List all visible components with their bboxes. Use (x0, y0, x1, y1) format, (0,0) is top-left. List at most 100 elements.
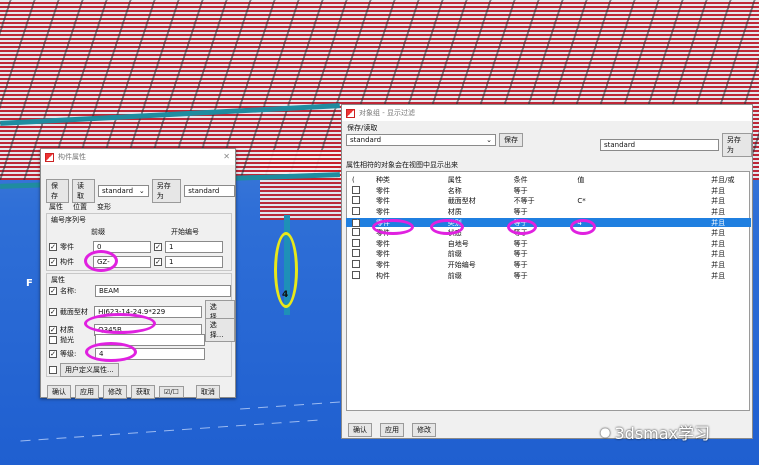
row-logic[interactable]: 并且 (711, 239, 751, 249)
filter-row[interactable]: 零件 开始编号 等于 并且 (346, 259, 751, 270)
row-kind[interactable]: 零件 (376, 239, 448, 249)
display-filter-dialog: 对象组 - 显示过滤 保存/读取 standard ⌄ 保存 standard 另… (341, 104, 753, 439)
assembly-start-checkbox[interactable]: ✓ (154, 258, 162, 266)
read-button[interactable]: 读取 (72, 179, 95, 203)
row-checkbox[interactable] (352, 259, 360, 268)
row-checkbox[interactable] (352, 196, 360, 205)
row-kind[interactable]: 零件 (376, 207, 448, 217)
kind-highlight-circle (372, 219, 414, 235)
filter-row[interactable]: 构件 前缀 等于 并且 (346, 270, 751, 281)
material-select-button[interactable]: 选择... (204, 318, 236, 342)
filter-preset-select[interactable]: standard ⌄ (346, 134, 496, 146)
filter-row[interactable]: 零件 前缀 等于 并且 (346, 249, 751, 260)
class-highlight-circle (85, 342, 137, 362)
row-checkbox[interactable] (352, 228, 360, 237)
row-logic[interactable]: 并且 (711, 260, 751, 270)
row-cond[interactable]: 等于 (514, 239, 578, 249)
filter-save-button[interactable]: 保存 (499, 133, 523, 147)
row-attr[interactable]: 截面型材 (448, 196, 514, 206)
part-start-checkbox[interactable]: ✓ (154, 243, 162, 251)
row-logic[interactable]: 并且 (711, 196, 751, 206)
preset-select[interactable]: standard ⌄ (98, 185, 149, 197)
app-logo-icon (45, 152, 54, 162)
row-checkbox[interactable] (352, 238, 360, 247)
dialog-title: 对象组 - 显示过滤 (359, 109, 415, 117)
row-attr[interactable]: 名称 (448, 186, 514, 196)
row-checkbox[interactable] (352, 249, 360, 258)
finish-checkbox[interactable] (49, 336, 57, 344)
name-checkbox[interactable]: ✓ (49, 287, 57, 295)
filter-modify-button[interactable]: 修改 (412, 423, 436, 437)
row-logic[interactable]: 并且 (711, 249, 751, 259)
row-cond[interactable]: 等于 (514, 186, 578, 196)
row-value[interactable]: C* (577, 197, 711, 205)
tab-attributes[interactable]: 属性 (49, 202, 63, 212)
row-logic[interactable]: 并且 (711, 186, 751, 196)
row-logic[interactable]: 并且 (711, 218, 751, 228)
row-cond[interactable]: 等于 (514, 249, 578, 259)
header-kind: 种类 (375, 175, 390, 184)
filter-row[interactable]: 零件 材质 等于 并且 (346, 206, 751, 217)
row-checkbox[interactable] (352, 206, 360, 215)
row-checkbox[interactable]: ✓ (352, 218, 360, 227)
modify-button[interactable]: 修改 (103, 385, 127, 399)
assembly-start-input[interactable]: 1 (165, 256, 223, 268)
row-check-cell (346, 238, 376, 249)
row-kind[interactable]: 零件 (376, 249, 448, 259)
filter-apply-button[interactable]: 应用 (380, 423, 404, 437)
row-attr[interactable]: 前缀 (448, 249, 514, 259)
filter-description: 属性相符的对象会在视图中显示出来 (346, 161, 458, 169)
name-input[interactable]: BEAM (95, 285, 231, 297)
row-check-cell (346, 185, 376, 196)
row-kind[interactable]: 构件 (376, 271, 448, 281)
filter-ok-button[interactable]: 确认 (348, 423, 372, 437)
get-button[interactable]: 获取 (131, 385, 155, 399)
row-check-cell (346, 228, 376, 238)
filter-save-as-button[interactable]: 另存为 (721, 133, 752, 157)
row-cond[interactable]: 等于 (514, 207, 578, 217)
assembly-checkbox[interactable]: ✓ (49, 258, 57, 266)
filter-row[interactable]: 零件 截面型材 不等于 C* 并且 (346, 196, 751, 207)
apply-button[interactable]: 应用 (75, 385, 99, 399)
tab-position[interactable]: 位置 (73, 202, 87, 212)
toggle-all-button[interactable]: ☑/☐ (159, 386, 184, 398)
prefix-highlight-circle (84, 250, 118, 272)
material-checkbox[interactable]: ✓ (49, 326, 57, 334)
filter-save-as-input[interactable]: standard (600, 139, 719, 151)
profile-label: 截面型材 (59, 308, 88, 316)
row-logic[interactable]: 并且 (711, 207, 751, 217)
wechat-icon: ● (600, 425, 611, 439)
row-kind[interactable]: 零件 (376, 260, 448, 270)
row-attr[interactable]: 自地号 (448, 239, 514, 249)
part-start-input[interactable]: 1 (165, 241, 223, 253)
filter-row[interactable]: 零件 自地号 等于 并且 (346, 238, 751, 249)
class-checkbox[interactable]: ✓ (49, 350, 57, 358)
ok-button[interactable]: 确认 (47, 385, 71, 399)
part-checkbox[interactable]: ✓ (49, 243, 57, 251)
save-button[interactable]: 保存 (46, 179, 69, 203)
row-logic[interactable]: 并且 (711, 228, 751, 238)
profile-checkbox[interactable]: ✓ (49, 308, 57, 316)
user-defined-attributes-button[interactable]: 用户定义属性... (60, 363, 119, 377)
row-attr[interactable]: 开始编号 (448, 260, 514, 270)
row-attr[interactable]: 材质 (448, 207, 514, 217)
row-checkbox[interactable] (352, 270, 360, 279)
row-logic[interactable]: 并且 (711, 271, 751, 281)
filter-row[interactable]: 零件 名称 等于 并且 (346, 185, 751, 196)
row-checkbox[interactable] (352, 185, 360, 194)
row-cond[interactable]: 等于 (514, 271, 578, 281)
close-icon[interactable]: ✕ (223, 152, 230, 161)
numbering-group-label: 编号序列号 (51, 216, 86, 224)
row-cond[interactable]: 不等于 (514, 196, 578, 206)
watermark-text: 3dsmax学习 (614, 424, 711, 443)
udf-checkbox[interactable] (49, 366, 57, 374)
row-cond[interactable]: 等于 (514, 260, 578, 270)
tab-deform[interactable]: 变形 (97, 202, 111, 212)
cancel-button[interactable]: 取消 (195, 385, 220, 399)
row-value[interactable]: 4 (577, 219, 711, 227)
row-kind[interactable]: 零件 (376, 196, 448, 206)
save-as-input[interactable]: standard (184, 185, 235, 197)
row-attr[interactable]: 前缀 (448, 271, 514, 281)
save-as-button[interactable]: 另存为 (151, 179, 182, 203)
row-kind[interactable]: 零件 (376, 186, 448, 196)
